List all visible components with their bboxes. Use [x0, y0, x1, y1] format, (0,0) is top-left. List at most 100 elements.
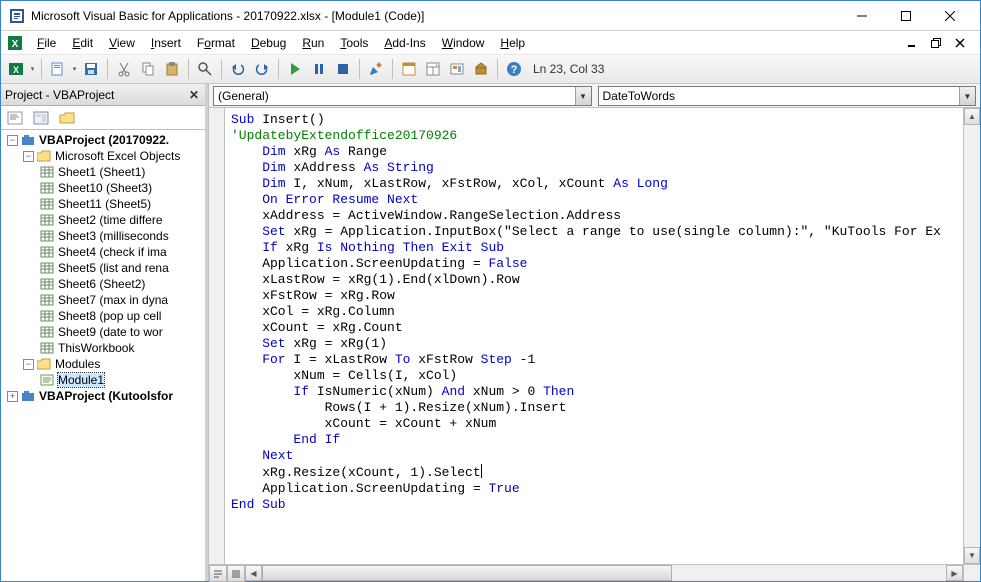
toolbox-button[interactable] — [470, 58, 492, 80]
menu-format[interactable]: Format — [191, 34, 241, 52]
excel-doc-icon: X — [7, 35, 23, 51]
worksheet-icon — [39, 181, 55, 195]
menu-insert[interactable]: Insert — [145, 34, 187, 52]
tree-sheet-item[interactable]: Sheet1 (Sheet1) — [3, 164, 203, 180]
close-button[interactable] — [928, 2, 972, 30]
full-module-view-button[interactable] — [227, 565, 245, 582]
worksheet-icon — [39, 293, 55, 307]
copy-button[interactable] — [137, 58, 159, 80]
view-object-button[interactable] — [31, 108, 51, 128]
tree-sheet-item[interactable]: Sheet3 (milliseconds — [3, 228, 203, 244]
scroll-thumb[interactable] — [262, 565, 672, 581]
scroll-down-icon[interactable]: ▼ — [964, 547, 980, 564]
tree-sheet-item[interactable]: ThisWorkbook — [3, 340, 203, 356]
worksheet-icon — [39, 213, 55, 227]
object-browser-button[interactable] — [446, 58, 468, 80]
design-mode-button[interactable] — [365, 58, 387, 80]
undo-button[interactable] — [227, 58, 249, 80]
tree-folder-excel-objects[interactable]: −Microsoft Excel Objects — [3, 148, 203, 164]
mdi-restore-button[interactable] — [928, 36, 944, 50]
worksheet-icon — [39, 277, 55, 291]
folder-icon — [36, 357, 52, 371]
procedure-view-button[interactable] — [209, 565, 227, 582]
scroll-up-icon[interactable]: ▲ — [964, 108, 980, 125]
tree-sheet-item[interactable]: Sheet11 (Sheet5) — [3, 196, 203, 212]
titlebar: Microsoft Visual Basic for Applications … — [1, 1, 980, 31]
tree-sheet-item[interactable]: Sheet8 (pop up cell — [3, 308, 203, 324]
folder-icon — [36, 149, 52, 163]
project-icon — [20, 389, 36, 403]
tree-sheet-item[interactable]: Sheet2 (time differe — [3, 212, 203, 228]
menu-window[interactable]: Window — [436, 34, 491, 52]
expand-icon[interactable]: + — [7, 391, 18, 402]
paste-button[interactable] — [161, 58, 183, 80]
menu-file[interactable]: File — [31, 34, 62, 52]
menu-addins[interactable]: Add-Ins — [378, 34, 431, 52]
svg-text:X: X — [13, 65, 19, 75]
toggle-folders-button[interactable] — [57, 108, 77, 128]
mdi-close-button[interactable] — [952, 36, 968, 50]
scroll-left-icon[interactable]: ◀ — [245, 565, 262, 581]
tree-sheet-item[interactable]: Sheet5 (list and rena — [3, 260, 203, 276]
view-excel-dropdown[interactable]: ▾ — [29, 65, 36, 73]
menu-debug[interactable]: Debug — [245, 34, 292, 52]
procedure-combo[interactable]: DateToWords▼ — [598, 86, 977, 106]
svg-text:?: ? — [511, 64, 518, 76]
code-editor[interactable]: Sub Insert() 'UpdatebyExtendoffice201709… — [225, 108, 963, 564]
mdi-minimize-button[interactable] — [904, 36, 920, 50]
code-window: (General)▼ DateToWords▼ Sub Insert() 'Up… — [208, 84, 980, 581]
worksheet-icon — [39, 341, 55, 355]
collapse-icon[interactable]: − — [23, 359, 34, 370]
object-combo[interactable]: (General)▼ — [213, 86, 592, 106]
project-tree[interactable]: −VBAProject (20170922. −Microsoft Excel … — [1, 130, 205, 581]
tree-folder-modules[interactable]: −Modules — [3, 356, 203, 372]
help-button[interactable]: ? — [503, 58, 525, 80]
cut-button[interactable] — [113, 58, 135, 80]
collapse-icon[interactable]: − — [23, 151, 34, 162]
save-button[interactable] — [80, 58, 102, 80]
tree-sheet-item[interactable]: Sheet10 (Sheet3) — [3, 180, 203, 196]
menu-help[interactable]: Help — [494, 34, 531, 52]
redo-button[interactable] — [251, 58, 273, 80]
menu-edit[interactable]: Edit — [66, 34, 99, 52]
scroll-right-icon[interactable]: ▶ — [946, 565, 963, 581]
run-button[interactable] — [284, 58, 306, 80]
insert-dropdown[interactable]: ▾ — [71, 65, 78, 73]
break-button[interactable] — [308, 58, 330, 80]
code-margin — [209, 108, 225, 564]
worksheet-icon — [39, 309, 55, 323]
tree-sheet-item[interactable]: Sheet4 (check if ima — [3, 244, 203, 260]
tree-module1[interactable]: Module1 — [3, 372, 203, 388]
maximize-button[interactable] — [884, 2, 928, 30]
view-code-button[interactable] — [5, 108, 25, 128]
tree-sheet-item[interactable]: Sheet7 (max in dyna — [3, 292, 203, 308]
horizontal-scrollbar[interactable]: ◀ ▶ — [245, 565, 963, 581]
collapse-icon[interactable]: − — [7, 135, 18, 146]
tree-project-root-2[interactable]: +VBAProject (Kutoolsfor — [3, 388, 203, 404]
tree-sheet-item[interactable]: Sheet6 (Sheet2) — [3, 276, 203, 292]
menu-tools[interactable]: Tools — [334, 34, 374, 52]
cursor-position: Ln 23, Col 33 — [533, 62, 604, 76]
view-excel-button[interactable]: X — [5, 58, 27, 80]
project-explorer-button[interactable] — [398, 58, 420, 80]
insert-button[interactable] — [47, 58, 69, 80]
project-explorer-close-button[interactable]: ✕ — [187, 88, 201, 102]
toolbar: X ▾ ▾ ? Ln 23, Col 33 — [1, 55, 980, 84]
worksheet-icon — [39, 229, 55, 243]
find-button[interactable] — [194, 58, 216, 80]
reset-button[interactable] — [332, 58, 354, 80]
minimize-button[interactable] — [840, 2, 884, 30]
tree-project-root[interactable]: −VBAProject (20170922. — [3, 132, 203, 148]
chevron-down-icon[interactable]: ▼ — [959, 87, 975, 105]
menu-run[interactable]: Run — [296, 34, 330, 52]
properties-window-button[interactable] — [422, 58, 444, 80]
menu-view[interactable]: View — [103, 34, 141, 52]
project-explorer: Project - VBAProject ✕ −VBAProject (2017… — [1, 84, 208, 581]
project-icon — [20, 133, 36, 147]
vertical-scrollbar[interactable]: ▲ ▼ — [963, 108, 980, 564]
tree-sheet-item[interactable]: Sheet9 (date to wor — [3, 324, 203, 340]
worksheet-icon — [39, 165, 55, 179]
chevron-down-icon[interactable]: ▼ — [575, 87, 591, 105]
worksheet-icon — [39, 245, 55, 259]
worksheet-icon — [39, 325, 55, 339]
